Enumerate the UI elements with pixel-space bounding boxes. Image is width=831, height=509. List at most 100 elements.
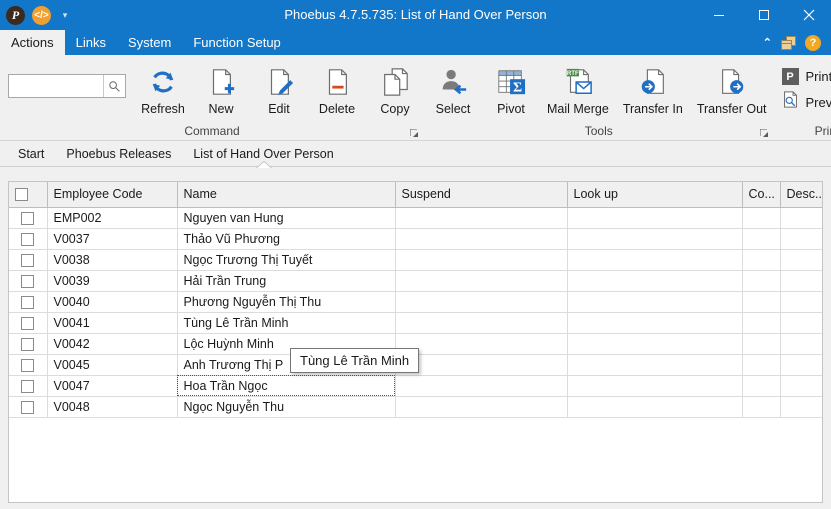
- command-dialog-launcher-icon[interactable]: [410, 129, 419, 138]
- cell-name[interactable]: Hải Trần Trung: [177, 270, 396, 292]
- cell-employee-code[interactable]: V0037: [47, 228, 178, 250]
- cell-desc[interactable]: [780, 333, 822, 355]
- mail-merge-button[interactable]: RTF Mail Merge: [540, 60, 616, 116]
- cell-employee-code[interactable]: V0038: [47, 249, 178, 271]
- cell-co[interactable]: [742, 270, 781, 292]
- cell-desc[interactable]: [780, 228, 822, 250]
- cell-look-up[interactable]: [567, 312, 743, 334]
- cell-desc[interactable]: [780, 396, 822, 418]
- table-row[interactable]: V0041 Tùng Lê Trần Minh: [9, 312, 822, 334]
- refresh-button[interactable]: Refresh: [134, 60, 192, 116]
- cell-look-up[interactable]: [567, 249, 743, 271]
- search-input[interactable]: [9, 75, 103, 97]
- table-row[interactable]: EMP002 Nguyen van Hung: [9, 207, 822, 229]
- tab-system[interactable]: System: [117, 30, 182, 55]
- cell-look-up[interactable]: [567, 228, 743, 250]
- preview-button[interactable]: Preview: [782, 91, 831, 113]
- close-button[interactable]: [786, 0, 831, 30]
- cell-suspend[interactable]: [395, 312, 568, 334]
- table-row[interactable]: V0048 Ngọc Nguyễn Thu: [9, 396, 822, 418]
- cell-employee-code[interactable]: V0047: [47, 375, 178, 397]
- column-header-suspend[interactable]: Suspend: [395, 182, 568, 208]
- transfer-in-button[interactable]: Transfer In: [616, 60, 690, 116]
- customize-quick-access-icon[interactable]: ▾: [58, 6, 72, 25]
- cell-suspend[interactable]: [395, 249, 568, 271]
- cell-co[interactable]: [742, 375, 781, 397]
- column-header-desc[interactable]: Desc...: [780, 182, 822, 208]
- cell-name[interactable]: Phương Nguyễn Thị Thu: [177, 291, 396, 313]
- new-button[interactable]: New: [192, 60, 250, 116]
- phoebus-logo-icon[interactable]: P: [6, 5, 25, 25]
- tab-function-setup[interactable]: Function Setup: [182, 30, 291, 55]
- column-header-name[interactable]: Name: [177, 182, 396, 208]
- cell-suspend[interactable]: [395, 270, 568, 292]
- cell-look-up[interactable]: [567, 270, 743, 292]
- code-icon[interactable]: </>: [32, 5, 51, 25]
- table-row[interactable]: V0038 Ngọc Trương Thị Tuyết: [9, 249, 822, 271]
- cell-name[interactable]: Nguyen van Hung: [177, 207, 396, 229]
- row-checkbox[interactable]: [21, 211, 35, 225]
- cell-name[interactable]: Tùng Lê Trần Minh: [177, 312, 396, 334]
- cell-suspend[interactable]: [395, 291, 568, 313]
- cell-suspend[interactable]: [395, 228, 568, 250]
- cell-co[interactable]: [742, 333, 781, 355]
- cell-suspend[interactable]: [395, 396, 568, 418]
- search-box[interactable]: [8, 74, 126, 98]
- cell-employee-code[interactable]: V0042: [47, 333, 178, 355]
- table-row[interactable]: V0040 Phương Nguyễn Thị Thu: [9, 291, 822, 313]
- cascade-windows-icon[interactable]: [781, 35, 796, 50]
- cell-co[interactable]: [742, 354, 781, 376]
- table-row[interactable]: V0037 Thảo Vũ Phương: [9, 228, 822, 250]
- row-checkbox-cell[interactable]: [9, 249, 48, 271]
- cell-co[interactable]: [742, 396, 781, 418]
- breadcrumb-item-phoebus-releases[interactable]: Phoebus Releases: [55, 141, 182, 167]
- chevron-up-icon[interactable]: ⌃: [763, 36, 772, 49]
- cell-employee-code[interactable]: V0040: [47, 291, 178, 313]
- row-checkbox[interactable]: [21, 316, 35, 330]
- select-button[interactable]: Select: [424, 60, 482, 116]
- copy-button[interactable]: Copy: [366, 60, 424, 116]
- breadcrumb-item-list-of-hand-over-person[interactable]: List of Hand Over Person: [182, 141, 344, 167]
- tools-dialog-launcher-icon[interactable]: [759, 129, 769, 138]
- row-checkbox-cell[interactable]: [9, 228, 48, 250]
- cell-desc[interactable]: [780, 291, 822, 313]
- cell-desc[interactable]: [780, 249, 822, 271]
- transfer-out-button[interactable]: Transfer Out: [690, 60, 774, 116]
- row-checkbox[interactable]: [21, 379, 35, 393]
- row-checkbox-cell[interactable]: [9, 396, 48, 418]
- row-checkbox[interactable]: [21, 400, 35, 414]
- edit-button[interactable]: Edit: [250, 60, 308, 116]
- cell-name[interactable]: Ngọc Trương Thị Tuyết: [177, 249, 396, 271]
- cell-desc[interactable]: [780, 270, 822, 292]
- cell-employee-code[interactable]: V0045: [47, 354, 178, 376]
- delete-button[interactable]: Delete: [308, 60, 366, 116]
- row-checkbox[interactable]: [21, 232, 35, 246]
- column-header-employee-code[interactable]: Employee Code: [47, 182, 178, 208]
- cell-suspend[interactable]: [395, 333, 568, 355]
- help-icon[interactable]: ?: [805, 34, 821, 51]
- cell-look-up[interactable]: [567, 333, 743, 355]
- cell-suspend[interactable]: [395, 207, 568, 229]
- cell-suspend[interactable]: [395, 375, 568, 397]
- row-checkbox-cell[interactable]: [9, 291, 48, 313]
- row-checkbox-cell[interactable]: [9, 375, 48, 397]
- cell-name[interactable]: Thảo Vũ Phương: [177, 228, 396, 250]
- cell-desc[interactable]: [780, 207, 822, 229]
- tab-actions[interactable]: Actions: [0, 30, 65, 55]
- breadcrumb-item-start[interactable]: Start: [7, 141, 55, 167]
- cell-look-up[interactable]: [567, 375, 743, 397]
- select-all-checkbox[interactable]: [15, 188, 28, 202]
- row-checkbox[interactable]: [21, 253, 35, 267]
- cell-name-selected[interactable]: Hoa Trần Ngọc: [177, 375, 396, 397]
- row-checkbox[interactable]: [21, 295, 35, 309]
- minimize-button[interactable]: [696, 0, 741, 30]
- cell-co[interactable]: [742, 207, 781, 229]
- cell-suspend[interactable]: [395, 354, 568, 376]
- row-checkbox-cell[interactable]: [9, 312, 48, 334]
- cell-look-up[interactable]: [567, 291, 743, 313]
- cell-desc[interactable]: [780, 375, 822, 397]
- column-header-co[interactable]: Co...: [742, 182, 781, 208]
- select-all-header[interactable]: [9, 182, 48, 208]
- cell-employee-code[interactable]: V0041: [47, 312, 178, 334]
- cell-name[interactable]: Ngọc Nguyễn Thu: [177, 396, 396, 418]
